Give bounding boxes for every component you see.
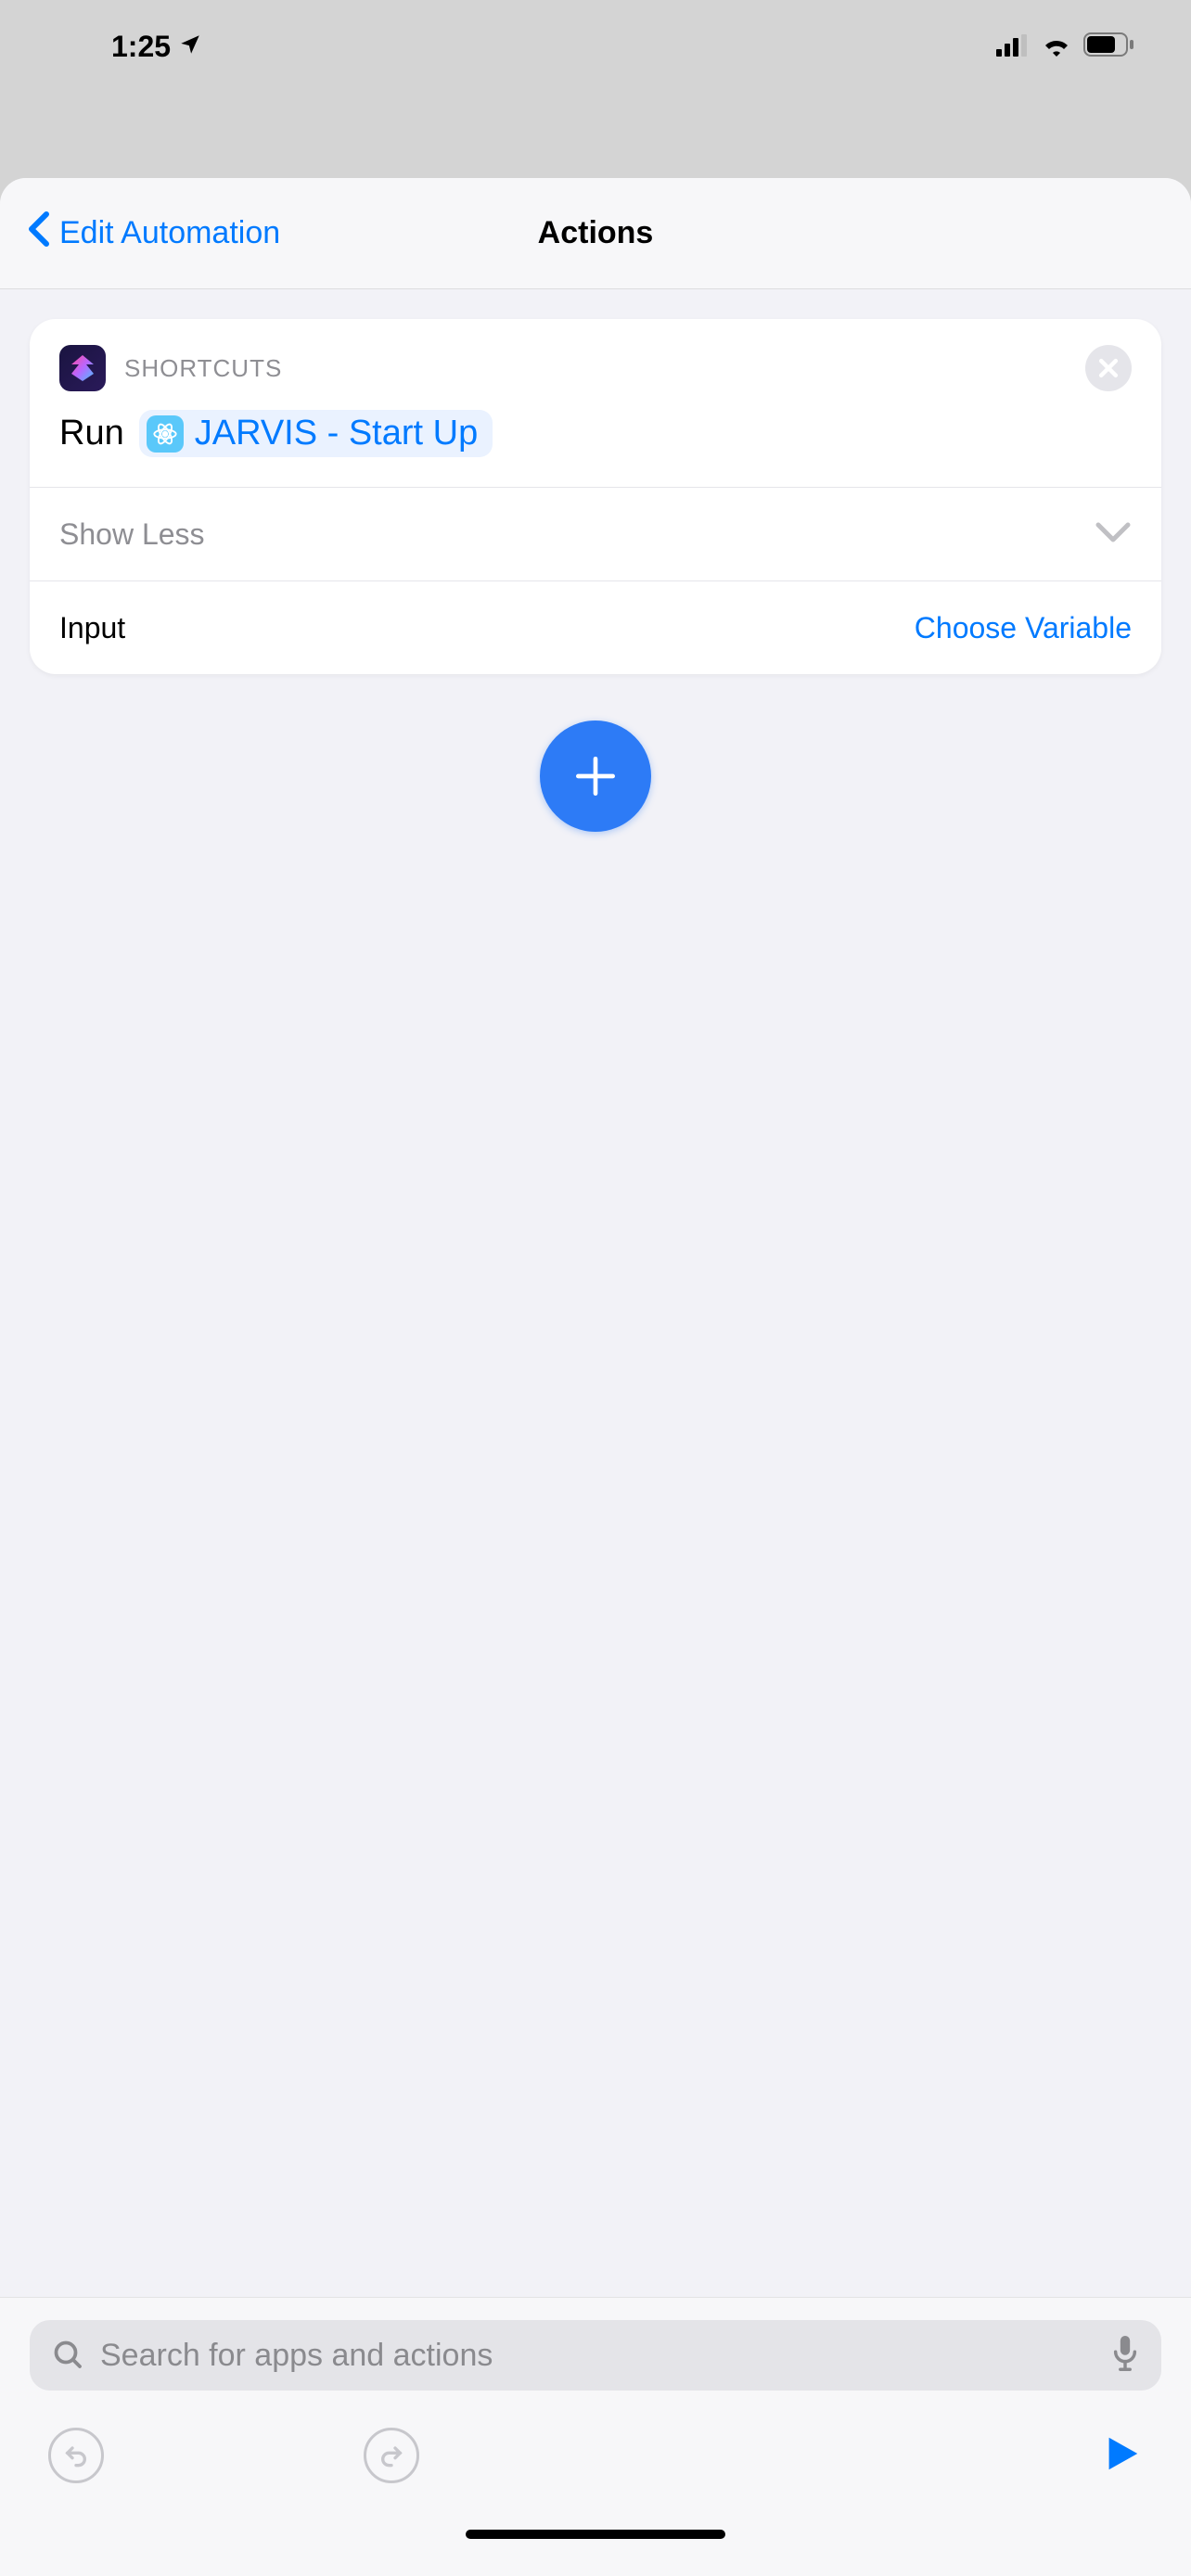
home-indicator[interactable] [466, 2530, 725, 2539]
back-button[interactable]: Edit Automation [26, 210, 280, 256]
show-less-row[interactable]: Show Less [30, 488, 1161, 580]
action-line: Run JARVIS - Start Up [30, 401, 1161, 487]
chevron-down-icon [1095, 521, 1132, 548]
cellular-icon [996, 30, 1030, 64]
app-name-label: SHORTCUTS [124, 354, 282, 383]
battery-icon [1083, 30, 1135, 64]
microphone-icon[interactable] [1111, 2336, 1139, 2376]
status-bar-left: 1:25 [111, 30, 202, 64]
show-less-label: Show Less [59, 517, 205, 552]
run-button[interactable] [1100, 2432, 1143, 2480]
bottom-panel: Search for apps and actions [0, 2297, 1191, 2576]
shortcut-variable-pill[interactable]: JARVIS - Start Up [139, 410, 493, 457]
home-indicator-area [30, 2511, 1161, 2576]
input-row[interactable]: Input Choose Variable [30, 581, 1161, 674]
toolbar [30, 2400, 1161, 2511]
input-value: Choose Variable [915, 611, 1132, 645]
status-bar: 1:25 [0, 0, 1191, 93]
toolbar-left [48, 2428, 419, 2483]
page-title: Actions [538, 215, 654, 251]
atom-icon [147, 415, 184, 453]
input-label: Input [59, 611, 125, 645]
chevron-left-icon [26, 210, 52, 256]
content-area: SHORTCUTS Run JARVIS [0, 289, 1191, 2297]
add-action-button[interactable] [540, 721, 651, 832]
run-label: Run [59, 414, 124, 453]
location-icon [178, 30, 202, 64]
search-placeholder: Search for apps and actions [100, 2338, 1096, 2374]
status-bar-right [996, 30, 1135, 64]
shortcuts-app-icon [59, 345, 106, 391]
back-label: Edit Automation [59, 215, 280, 251]
search-icon [52, 2339, 85, 2372]
redo-button[interactable] [364, 2428, 419, 2483]
close-button[interactable] [1085, 345, 1132, 391]
card-header: SHORTCUTS [30, 319, 1161, 401]
undo-button[interactable] [48, 2428, 104, 2483]
shortcut-name: JARVIS - Start Up [195, 414, 479, 453]
wifi-icon [1041, 30, 1072, 64]
modal-sheet: Edit Automation Actions SHORTCUTS Run [0, 178, 1191, 2576]
nav-bar: Edit Automation Actions [0, 178, 1191, 289]
search-input[interactable]: Search for apps and actions [30, 2320, 1161, 2391]
status-time: 1:25 [111, 30, 171, 64]
action-card: SHORTCUTS Run JARVIS [30, 319, 1161, 674]
